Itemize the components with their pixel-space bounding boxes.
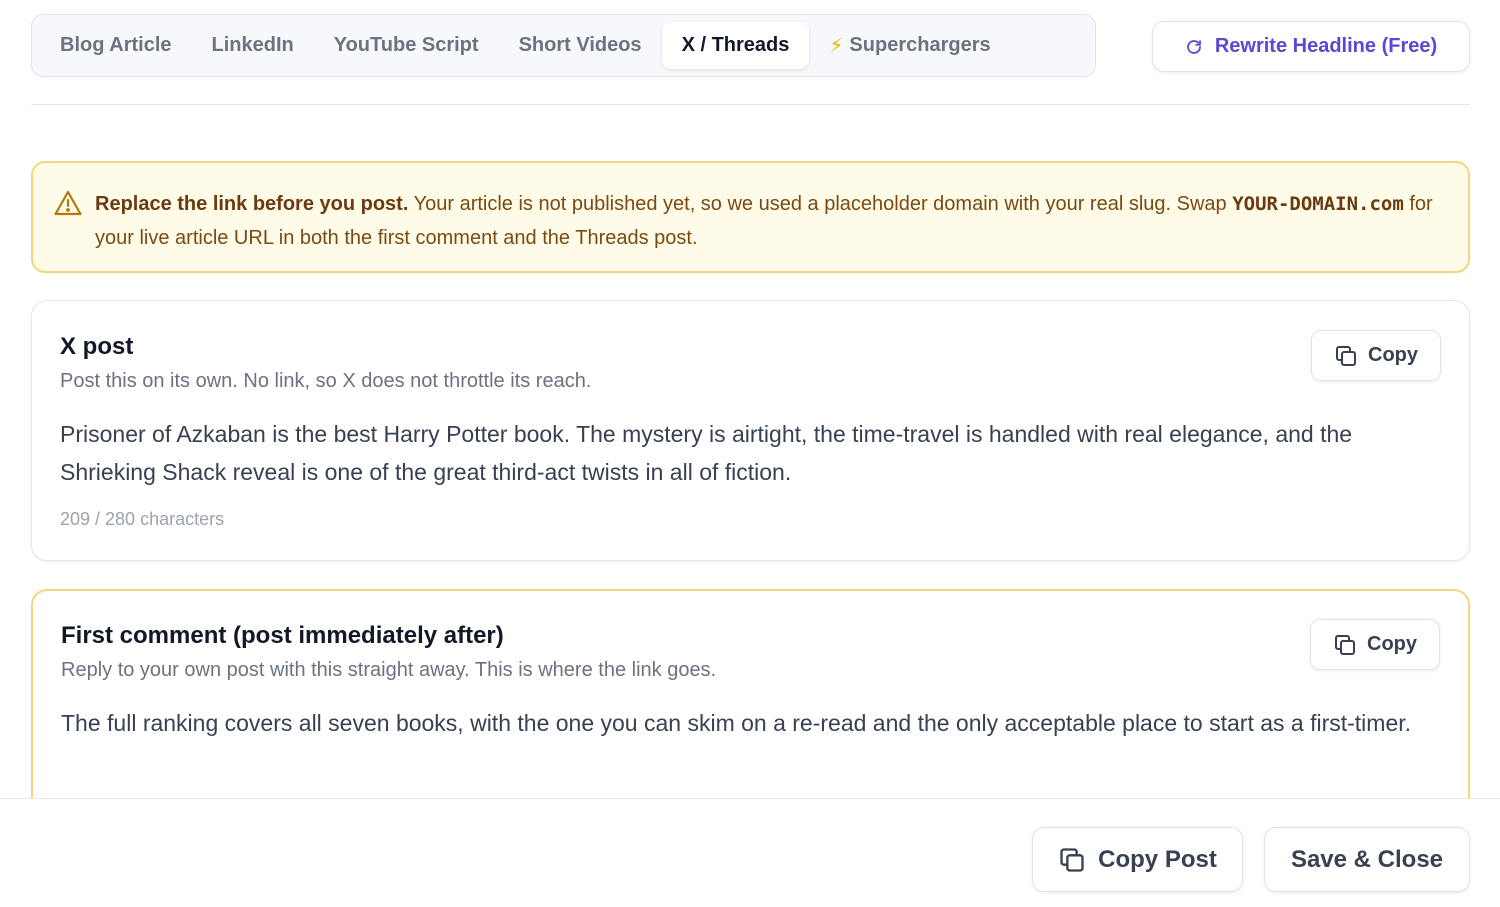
x-post-title: X post [60, 333, 134, 360]
tab-x-threads[interactable]: X / Threads [661, 22, 810, 69]
refresh-icon [1186, 39, 1201, 54]
first-comment-copy-button[interactable]: Copy [1310, 619, 1440, 670]
tab-label: YouTube Script [333, 34, 479, 56]
lightning-icon: ⚡ [829, 35, 844, 57]
first-comment-title: First comment (post immediately after) [61, 622, 504, 649]
copy-label: Copy [1368, 344, 1418, 366]
x-post-subtitle: Post this on its own. No link, so X does… [60, 370, 592, 392]
character-count: 209 / 280 characters [60, 509, 225, 529]
tab-youtube-script[interactable]: YouTube Script [314, 22, 499, 69]
tab-bar: Blog Article LinkedIn YouTube Script Sho… [31, 14, 1096, 77]
x-post-card: X post Post this on its own. No link, so… [31, 300, 1470, 561]
copy-post-label: Copy Post [1098, 845, 1217, 873]
rewrite-headline-label: Rewrite Headline (Free) [1214, 35, 1438, 57]
placeholder-link-warning: Replace the link before you post. Your a… [31, 161, 1470, 273]
first-comment-subtitle: Reply to your own post with this straigh… [61, 659, 717, 681]
tab-label: X / Threads [681, 34, 790, 56]
copy-label: Copy [1367, 633, 1417, 655]
tab-label: LinkedIn [211, 34, 294, 56]
warning-title: Replace the link before you post. [95, 193, 409, 215]
tab-label: Short Videos [518, 34, 642, 56]
first-comment-body: The full ranking covers all seven books,… [61, 710, 1412, 736]
copy-icon [1335, 634, 1355, 655]
warning-triangle-icon [54, 190, 82, 216]
copy-icon [1060, 847, 1084, 872]
footer-bar: Copy Post Save & Close [0, 798, 1500, 907]
tab-label: Blog Article [60, 34, 172, 56]
x-post-copy-button[interactable]: Copy [1311, 330, 1441, 381]
copy-post-button[interactable]: Copy Post [1032, 827, 1243, 892]
tab-blog-article[interactable]: Blog Article [40, 22, 192, 69]
tab-label: Superchargers [849, 34, 991, 56]
divider [31, 104, 1470, 105]
x-post-body: Prisoner of Azkaban is the best Harry Po… [60, 421, 1353, 485]
save-close-label: Save & Close [1290, 845, 1444, 873]
warning-text-before: Your article is not published yet, so we… [408, 193, 1233, 215]
tab-short-videos[interactable]: Short Videos [499, 22, 662, 69]
tab-superchargers[interactable]: ⚡ Superchargers [809, 22, 1010, 69]
copy-icon [1336, 345, 1356, 366]
rewrite-headline-button[interactable]: Rewrite Headline (Free) [1152, 21, 1470, 72]
placeholder-domain: YOUR-DOMAIN.com [1232, 193, 1404, 215]
tab-linkedin[interactable]: LinkedIn [192, 22, 314, 69]
save-close-button[interactable]: Save & Close [1264, 827, 1470, 892]
